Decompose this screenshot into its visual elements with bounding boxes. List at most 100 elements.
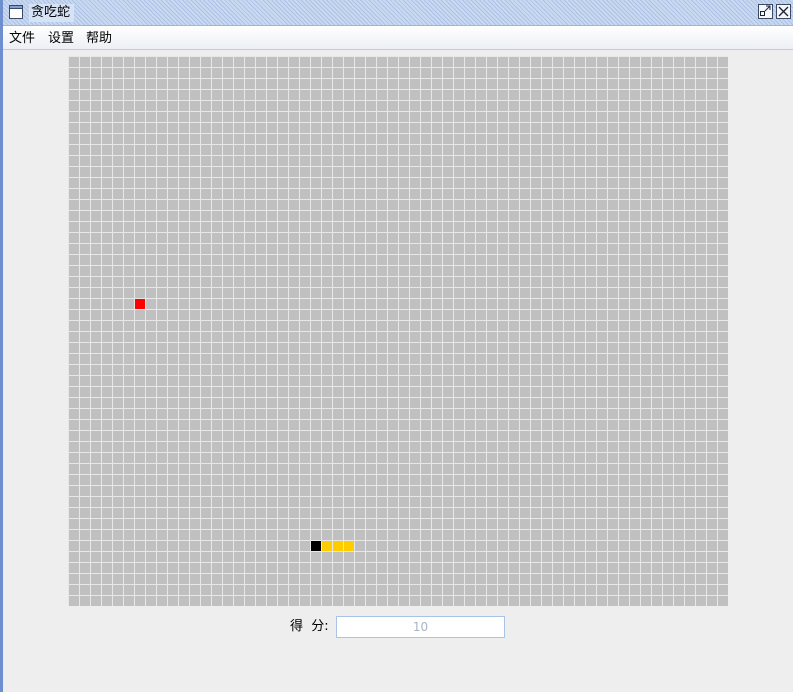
board-cell [377,167,387,177]
board-cell [399,79,409,89]
board-cell [157,332,167,342]
board-cell [498,90,508,100]
board-cell [135,200,145,210]
menu-settings[interactable]: 设置 [48,30,74,47]
board-cell [542,409,552,419]
board-cell [124,332,134,342]
board-cell [322,288,332,298]
board-cell [498,299,508,309]
board-cell [685,266,695,276]
board-cell [520,79,530,89]
board-cell [344,486,354,496]
board-cell [641,189,651,199]
board-cell [113,200,123,210]
board-cell [157,288,167,298]
board-cell [641,475,651,485]
board-cell [190,332,200,342]
board-cell [476,156,486,166]
board-cell [289,585,299,595]
board-cell [267,233,277,243]
board-cell [410,585,420,595]
board-cell [113,233,123,243]
game-board[interactable] [68,56,728,606]
board-cell [586,332,596,342]
board-cell [454,321,464,331]
board-cell [542,343,552,353]
board-cell [179,145,189,155]
board-cell [498,354,508,364]
menu-file[interactable]: 文件 [9,30,35,47]
board-cell [377,255,387,265]
board-cell [333,310,343,320]
board-cell [377,398,387,408]
board-cell [223,112,233,122]
board-cell [179,541,189,551]
board-cell [520,266,530,276]
board-cell [355,409,365,419]
board-cell [553,145,563,155]
board-cell [135,420,145,430]
board-cell [663,574,673,584]
board-cell [146,530,156,540]
board-cell [245,420,255,430]
board-cell [245,541,255,551]
board-cell [124,475,134,485]
board-cell [201,376,211,386]
board-cell [245,475,255,485]
board-cell [256,574,266,584]
board-cell [311,431,321,441]
board-cell [509,508,519,518]
board-cell [586,233,596,243]
board-cell [608,530,618,540]
board-cell [289,519,299,529]
board-cell [685,200,695,210]
board-cell [333,57,343,67]
board-cell [718,134,728,144]
board-cell [718,211,728,221]
board-cell [157,585,167,595]
board-cell [531,519,541,529]
board-cell [542,497,552,507]
board-cell [179,68,189,78]
board-cell [366,90,376,100]
title-bar[interactable]: 贪吃蛇 [3,0,793,26]
board-cell [630,222,640,232]
board-cell [586,453,596,463]
board-cell [674,398,684,408]
board-cell [641,343,651,353]
board-cell [421,365,431,375]
board-cell [201,497,211,507]
board-cell [597,497,607,507]
board-cell [388,486,398,496]
restore-button[interactable] [758,4,773,19]
board-cell [388,277,398,287]
board-cell [443,112,453,122]
board-cell [124,211,134,221]
board-cell [454,343,464,353]
menu-help[interactable]: 帮助 [86,30,112,47]
board-cell [696,365,706,375]
board-cell [586,409,596,419]
board-cell [608,585,618,595]
board-cell [553,332,563,342]
board-cell [80,200,90,210]
board-cell [388,541,398,551]
close-button[interactable] [776,4,791,19]
board-cell [696,244,706,254]
board-cell [597,563,607,573]
board-cell [91,354,101,364]
board-cell [201,431,211,441]
board-cell [245,167,255,177]
board-cell [91,178,101,188]
board-cell [707,409,717,419]
board-cell [212,178,222,188]
board-cell [157,90,167,100]
board-cell [69,563,79,573]
board-cell [289,420,299,430]
board-cell [696,167,706,177]
board-cell [322,453,332,463]
board-cell [564,442,574,452]
board-cell [630,431,640,441]
board-cell [619,321,629,331]
board-cell [289,233,299,243]
